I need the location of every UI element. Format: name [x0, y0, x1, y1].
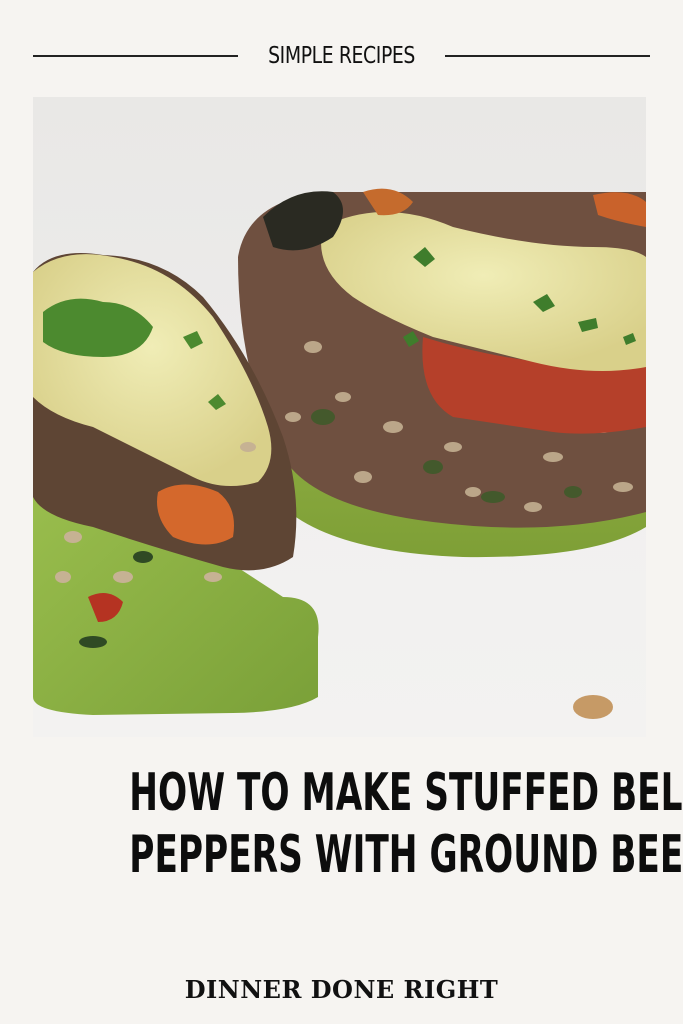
recipe-title-line-1: HOW TO MAKE STUFFED BELL	[129, 763, 683, 823]
recipe-title-line-2: PEPPERS WITH GROUND BEEF	[129, 825, 683, 885]
header: SIMPLE RECIPES	[33, 36, 650, 76]
header-rule-right	[445, 55, 650, 57]
brand-name: DINNER DONE RIGHT	[184, 975, 499, 1004]
header-rule-left	[33, 55, 238, 57]
header-kicker: SIMPLE RECIPES	[268, 43, 415, 69]
hero-photo	[33, 97, 646, 737]
recipe-title: HOW TO MAKE STUFFED BELL PEPPERS WITH GR…	[20, 762, 683, 886]
pepper-back	[238, 188, 646, 558]
crumb	[573, 695, 613, 719]
